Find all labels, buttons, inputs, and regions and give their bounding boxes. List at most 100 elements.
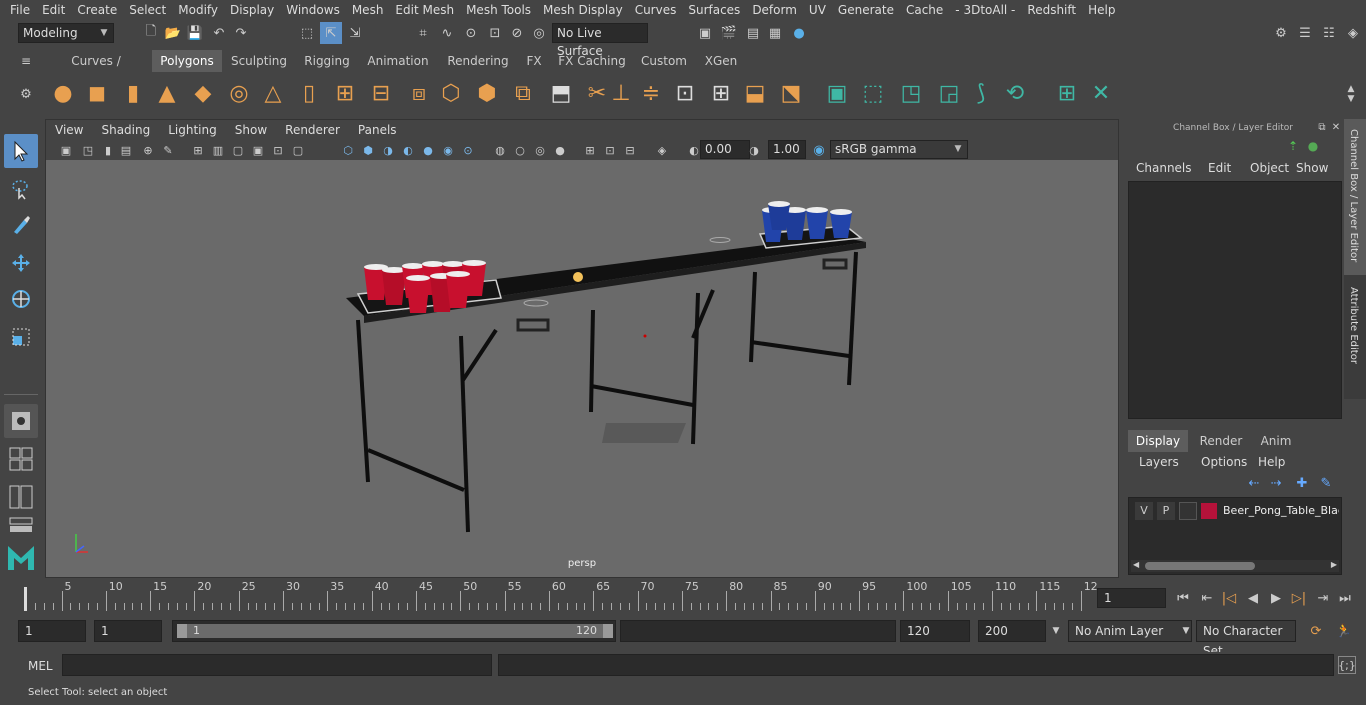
new-layer-selected-icon[interactable]: ✎ (1318, 475, 1334, 491)
cone-icon[interactable]: ▲ (152, 78, 182, 108)
menu-edit[interactable]: Edit (36, 0, 71, 20)
viewport-menu-shading[interactable]: Shading (92, 123, 159, 137)
uv-editor-icon[interactable]: ▣ (822, 78, 852, 108)
snap-surface-icon[interactable]: ⊘ (508, 24, 526, 42)
exposure-field[interactable]: 0.00 (700, 140, 750, 159)
menu-create[interactable]: Create (71, 0, 123, 20)
resolution-gate-icon[interactable]: ▢ (230, 141, 246, 159)
play-forwards-icon[interactable]: ▶ (1267, 588, 1285, 608)
step-forward-key-icon[interactable]: ⇥ (1314, 588, 1332, 608)
camera-attributes-icon[interactable]: ◳ (80, 141, 96, 159)
exposure-icon[interactable]: ◐ (686, 141, 702, 159)
default-lighting-icon[interactable]: ◑ (380, 141, 396, 159)
sphere-icon[interactable]: ● (48, 78, 78, 108)
screen-space-icon[interactable]: ⊞ (582, 141, 598, 159)
undo-icon[interactable]: ↶ (210, 24, 228, 42)
wireframe-icon[interactable]: ⬡ (340, 141, 356, 159)
safe-action-icon[interactable]: ▢ (290, 141, 306, 159)
depth-of-field-icon[interactable]: ◎ (532, 141, 548, 159)
viewport-menu-panels[interactable]: Panels (349, 123, 406, 137)
toggle-attribute-editor-icon[interactable]: ☷ (1320, 24, 1338, 42)
color-space-selector[interactable]: sRGB gamma ▼ (830, 140, 968, 159)
select-object-icon[interactable]: ⇱ (320, 22, 342, 44)
render-settings-icon[interactable]: ▦ (766, 24, 784, 42)
menu-surfaces[interactable]: Surfaces (682, 0, 746, 20)
pyramid-icon[interactable]: △ (258, 78, 288, 108)
channel-menu-object[interactable]: Object (1250, 161, 1289, 175)
rotate-tool[interactable] (4, 282, 38, 316)
scrollbar-thumb[interactable] (1145, 562, 1255, 570)
shelf-tab-fx[interactable]: FX (521, 50, 547, 72)
unfold-icon[interactable]: ⊞ (1052, 78, 1082, 108)
layer-playback-toggle[interactable]: P (1157, 502, 1175, 520)
toggle-modeling-toolkit-icon[interactable]: ◈ (1344, 24, 1362, 42)
combine-icon[interactable]: ⊞ (330, 78, 360, 108)
mel-command-input[interactable] (62, 654, 492, 676)
channel-menu-edit[interactable]: Edit (1208, 161, 1231, 175)
lasso-tool[interactable] (4, 172, 38, 206)
channel-list[interactable] (1128, 181, 1342, 419)
end-time-field[interactable]: 200 (978, 620, 1046, 642)
toggle-channel-box-icon[interactable]: ☰ (1296, 24, 1314, 42)
bevel-icon[interactable]: ⬢ (472, 78, 502, 108)
four-view-layout[interactable] (4, 442, 38, 476)
anim-layer-selector[interactable]: No Anim Layer (1068, 620, 1192, 642)
workspace-icon[interactable]: ⚙ (1272, 24, 1290, 42)
film-gate-icon[interactable]: ▥ (210, 141, 226, 159)
layer-menu-help[interactable]: Help (1258, 455, 1285, 469)
menu-file[interactable]: File (0, 0, 36, 20)
snap-curve-icon[interactable]: ∿ (438, 24, 456, 42)
target-weld-icon[interactable]: ⊥ (606, 78, 636, 108)
menu-deform[interactable]: Deform (746, 0, 803, 20)
shelf-tab-rigging[interactable]: Rigging (297, 50, 357, 72)
grease-pencil-icon[interactable]: ✎ (160, 141, 176, 159)
shelf-settings-icon[interactable]: ⚙ (18, 86, 34, 102)
shelf-tab-custom[interactable]: Custom (635, 50, 693, 72)
cut-uv-icon[interactable]: ⟆ (966, 78, 996, 108)
menu-edit-mesh[interactable]: Edit Mesh (389, 0, 460, 20)
3d-scene[interactable]: persp (46, 160, 1118, 577)
shelf-tab-xgen[interactable]: XGen (697, 50, 745, 72)
go-to-start-icon[interactable]: ⏮ (1174, 588, 1192, 608)
viewport-menu-show[interactable]: Show (226, 123, 276, 137)
shadows-icon[interactable]: ◐ (400, 141, 416, 159)
range-start-grip[interactable] (177, 624, 187, 638)
torus-icon[interactable]: ◎ (224, 78, 254, 108)
menu-redshift[interactable]: Redshift (1021, 0, 1082, 20)
field-chart-icon[interactable]: ⊡ (270, 141, 286, 159)
2d-pan-zoom-icon[interactable]: ⊕ (140, 141, 156, 159)
menu-windows[interactable]: Windows (280, 0, 346, 20)
new-scene-icon[interactable]: 🗋 (142, 24, 160, 42)
layout-uv-icon[interactable]: ✕ (1086, 78, 1116, 108)
current-frame-field[interactable]: 1 (1097, 588, 1166, 608)
menu-cache[interactable]: Cache (900, 0, 949, 20)
select-component-icon[interactable]: ⇲ (346, 24, 364, 42)
gamma-field[interactable]: 1.00 (768, 140, 806, 159)
extrude-icon[interactable]: ⬒ (546, 78, 576, 108)
menu-display[interactable]: Display (224, 0, 280, 20)
script-editor-icon[interactable]: {;} (1338, 656, 1356, 674)
menu-modify[interactable]: Modify (172, 0, 224, 20)
select-tool[interactable] (4, 134, 38, 168)
menu-mesh-tools[interactable]: Mesh Tools (460, 0, 537, 20)
cube-icon[interactable]: ◼ (82, 78, 112, 108)
make-live-icon[interactable]: ◎ (530, 24, 548, 42)
menu-uv[interactable]: UV (803, 0, 832, 20)
scroll-right-icon[interactable]: ▶ (1331, 560, 1337, 569)
float-panel-icon[interactable]: ⧉ (1316, 121, 1328, 133)
image-plane-icon[interactable]: ▤ (118, 141, 134, 159)
scale-tool[interactable] (4, 320, 38, 354)
current-time-indicator[interactable] (24, 587, 27, 611)
range-slider-handle[interactable]: 1 120 (177, 624, 613, 638)
shelf-tab-curves-surfaces[interactable]: Curves / Surfaces (44, 50, 148, 90)
layer-color-swatch[interactable] (1201, 503, 1217, 519)
wireframe-on-shaded-icon[interactable]: ⊟ (622, 141, 638, 159)
channel-menu-show[interactable]: Show (1296, 161, 1328, 175)
shelf-tab-polygons[interactable]: Polygons (152, 50, 222, 72)
single-view-layout[interactable] (4, 404, 38, 438)
separate-icon[interactable]: ⊟ (366, 78, 396, 108)
merge-icon[interactable]: ≑ (636, 78, 666, 108)
highlight-icon[interactable]: ⊡ (602, 141, 618, 159)
character-set-selector[interactable]: No Character Set (1196, 620, 1296, 658)
bridge-icon[interactable]: ⧉ (508, 78, 538, 108)
